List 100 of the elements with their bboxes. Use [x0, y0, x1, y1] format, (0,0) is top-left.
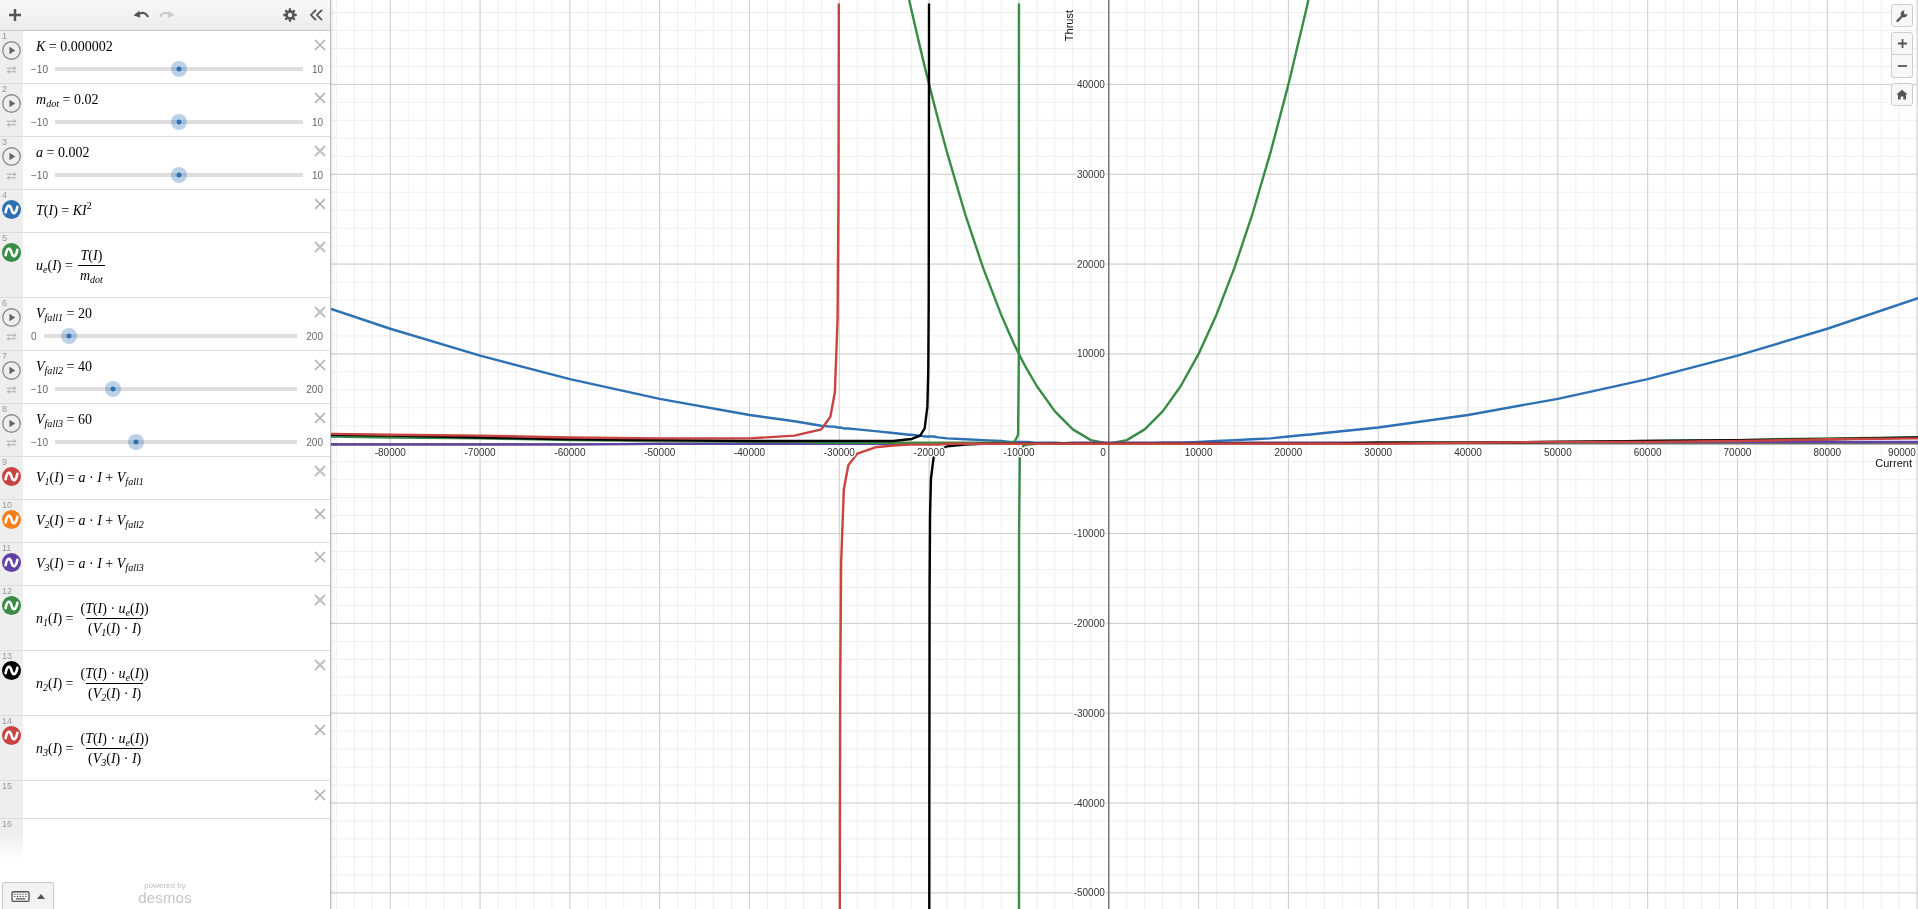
slider-max-label: 10 [311, 116, 323, 128]
math-expression[interactable]: K = 0.000002 [36, 36, 313, 58]
expression-row[interactable]: 14 n$_{3}$(I) = (T(I) · u$_{e}$(I)) (V$_{3}$(I) · I) [0, 716, 330, 781]
axis-tick-label: 30000 [1076, 168, 1105, 180]
slider-min-label: −10 [31, 169, 48, 181]
fraction-denominator[interactable]: (V$_{3}$(I) · I) [85, 748, 144, 768]
close-icon [313, 507, 326, 520]
slider-min-label: −10 [31, 383, 48, 395]
axis-tick-label: 60000 [1633, 446, 1662, 458]
expression-row[interactable]: 1 K = 0.000002 −10 10 [0, 31, 330, 84]
row-number: 7 [2, 352, 7, 360]
slider-thumb[interactable] [170, 61, 187, 77]
math-expression[interactable]: V$_{fall2}$ = 40 [36, 356, 313, 378]
close-icon [313, 658, 326, 671]
fraction-numerator[interactable]: (T(I) · u$_{e}$(I)) [78, 599, 151, 618]
keyboard-icon [11, 890, 30, 902]
double-chevron-icon [309, 9, 323, 21]
expression-row[interactable]: 9 V$_{1}$(I) = a · I + V$_{fall1}$ [0, 457, 330, 500]
slider-max-label: 10 [311, 169, 323, 181]
math-expression[interactable]: T(I) = KI$^{2}$ [36, 200, 313, 222]
home-button[interactable] [1891, 83, 1913, 106]
math-expression[interactable]: V$_{3}$(I) = a · I + V$_{fall3}$ [36, 553, 313, 575]
math-expression[interactable]: n$_{2}$(I) = [36, 672, 74, 695]
axis-tick-label: -20000 [1073, 617, 1105, 629]
row-number: 13 [2, 652, 12, 660]
slider-thumb[interactable] [171, 114, 188, 130]
math-expression[interactable]: V$_{fall3}$ = 60 [36, 409, 313, 431]
expression-row[interactable]: 6 V$_{fall1}$ = 20 0 200 [0, 298, 330, 351]
fraction-numerator[interactable]: (T(I) · u$_{e}$(I)) [78, 664, 151, 683]
x-axis-title: Current [1875, 456, 1912, 469]
play-button[interactable] [2, 94, 21, 113]
axis-tick-label: -30000 [823, 446, 855, 458]
expression-row[interactable]: 4 T(I) = KI$^{2}$ [0, 190, 330, 233]
expression-row[interactable]: 8 V$_{fall3}$ = 60 −10 200 [0, 404, 330, 457]
row-number: 8 [2, 405, 7, 413]
axis-tick-label: -70000 [464, 446, 496, 458]
graph-style-icon[interactable] [2, 661, 21, 680]
expression-row[interactable]: 7 V$_{fall2}$ = 40 −10 200 [0, 351, 330, 404]
axis-tick-label: 90000 [1888, 446, 1916, 458]
fraction-denominator[interactable]: (V$_{2}$(I) · I) [85, 683, 144, 703]
keyboard-button[interactable] [2, 882, 54, 909]
close-icon [313, 550, 326, 563]
slider-min-label: −10 [31, 116, 48, 128]
axis-tick-label: -40000 [1073, 797, 1105, 809]
math-expression[interactable]: m$_{dot}$ = 0.02 [36, 89, 313, 111]
slider-thumb[interactable] [127, 434, 144, 450]
math-expression[interactable]: n$_{3}$(I) = [36, 737, 74, 760]
expression-row[interactable]: 10 V$_{2}$(I) = a · I + V$_{fall2}$ [0, 500, 330, 543]
plus-icon [9, 9, 21, 21]
axis-tick-label: 10000 [1184, 446, 1213, 458]
math-expression[interactable]: a = 0.002 [36, 142, 313, 164]
slider-min-label: 0 [31, 330, 37, 342]
math-expression[interactable]: V$_{fall1}$ = 20 [36, 303, 313, 325]
play-button[interactable] [2, 308, 21, 327]
play-icon [2, 308, 21, 327]
axis-tick-label: -80000 [374, 446, 406, 458]
expression-row[interactable]: 5 u$_{e}$(I) = T(I) m$_{dot}$ [0, 233, 330, 298]
axis-tick-label: 20000 [1076, 258, 1105, 270]
play-button[interactable] [2, 41, 21, 60]
fraction-denominator[interactable]: (V$_{1}$(I) · I) [85, 618, 144, 638]
expression-row[interactable]: 13 n$_{2}$(I) = (T(I) · u$_{e}$(I)) (V$_{2}$(I) · I) [0, 651, 330, 716]
math-expression[interactable]: n$_{1}$(I) = [36, 607, 74, 630]
close-icon [313, 593, 326, 606]
expression-row[interactable]: 3 a = 0.002 −10 10 [0, 137, 330, 190]
axis-tick-label: 10000 [1076, 348, 1105, 360]
expression-row[interactable]: 2 m$_{dot}$ = 0.02 −10 10 [0, 84, 330, 137]
axis-tick-label: 20000 [1274, 446, 1303, 458]
redo-icon [159, 10, 175, 20]
play-icon [2, 147, 21, 166]
slider-max-label: 10 [311, 63, 323, 75]
home-icon [1896, 89, 1908, 100]
math-expression[interactable]: V$_{1}$(I) = a · I + V$_{fall1}$ [36, 467, 313, 489]
math-expression[interactable]: V$_{2}$(I) = a · I + V$_{fall2}$ [36, 510, 313, 532]
zoom-out-button[interactable] [1891, 55, 1913, 78]
axis-tick-label: 30000 [1364, 446, 1393, 458]
fraction-denominator[interactable]: m$_{dot}$ [77, 265, 105, 285]
axis-tick-label: 70000 [1723, 446, 1752, 458]
close-icon [313, 788, 326, 801]
play-button[interactable] [2, 414, 21, 433]
expression-row[interactable]: 12 n$_{1}$(I) = (T(I) · u$_{e}$(I)) (V$_{1}$(I) · I) [0, 586, 330, 651]
slider-thumb[interactable] [170, 167, 187, 183]
gear-icon [283, 8, 297, 22]
graph-style-icon[interactable] [2, 553, 21, 572]
fraction-numerator[interactable]: (T(I) · u$_{e}$(I)) [78, 729, 151, 748]
play-button[interactable] [2, 147, 21, 166]
row-number: 10 [2, 501, 12, 509]
graph-settings-button[interactable] [1891, 4, 1913, 27]
fraction-numerator[interactable]: T(I) [78, 246, 105, 265]
play-icon [2, 414, 21, 433]
slider-thumb[interactable] [104, 381, 121, 397]
axis-tick-label: 40000 [1076, 78, 1105, 90]
play-button[interactable] [2, 361, 21, 380]
expression-row[interactable]: 11 V$_{3}$(I) = a · I + V$_{fall3}$ [0, 543, 330, 586]
zoom-in-button[interactable] [1891, 32, 1913, 55]
slider-max-label: 200 [306, 330, 323, 342]
math-expression[interactable]: u$_{e}$(I) = [36, 254, 73, 277]
slider-thumb[interactable] [60, 328, 77, 344]
axis-tick-label: 40000 [1454, 446, 1482, 458]
slider-max-label: 200 [306, 436, 323, 448]
plus-icon [1897, 39, 1907, 48]
